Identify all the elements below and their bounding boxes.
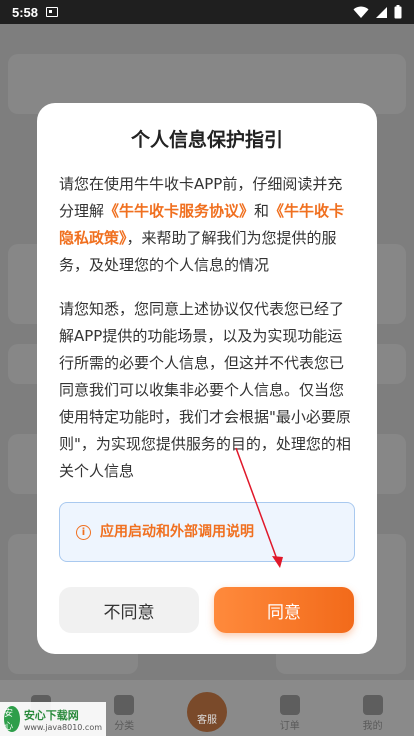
paragraph-and: 和 bbox=[254, 202, 270, 220]
status-time: 5:58 bbox=[12, 4, 39, 20]
orders-icon bbox=[279, 695, 300, 715]
dialog-paragraph-2: 请您知悉，您同意上述协议仅代表您已经了解APP提供的功能场景，以及为实现功能运行… bbox=[59, 300, 351, 480]
user-icon bbox=[362, 695, 383, 715]
battery-icon bbox=[394, 5, 402, 19]
info-icon: i bbox=[76, 524, 91, 540]
startup-notice-label: 应用启动和外部调用说明 bbox=[100, 523, 254, 540]
service-button: 客服 bbox=[182, 688, 231, 736]
disagree-button[interactable]: 不同意 bbox=[59, 587, 199, 633]
tab-orders-label: 订单 bbox=[279, 721, 300, 732]
tab-service[interactable]: 客服 bbox=[177, 684, 237, 736]
startup-notice[interactable]: i 应用启动和外部调用说明 bbox=[59, 502, 355, 562]
signal-icon bbox=[376, 6, 387, 18]
notification-icon bbox=[46, 7, 59, 17]
wifi-icon bbox=[353, 6, 369, 18]
service-agreement-link[interactable]: 《牛牛收卡服务协议》 bbox=[104, 202, 254, 220]
dialog-body[interactable]: 请您在使用牛牛收卡APP前，仔细阅读并充分理解《牛牛收卡服务协议》和《牛牛收卡隐… bbox=[59, 171, 355, 567]
status-bar: 5:58 bbox=[0, 0, 414, 24]
grid-icon bbox=[114, 695, 135, 715]
dialog-title: 个人信息保护指引 bbox=[130, 129, 283, 151]
agree-button[interactable]: 同意 bbox=[214, 587, 354, 633]
tab-mine-label: 我的 bbox=[362, 721, 383, 732]
dialog-paragraph-1: 请您在使用牛牛收卡APP前，仔细阅读并充分理解《牛牛收卡服务协议》和《牛牛收卡隐… bbox=[59, 171, 355, 279]
tab-category-label: 分类 bbox=[114, 721, 135, 732]
tab-mine[interactable]: 我的 bbox=[343, 695, 403, 732]
watermark-url: www.java8010.com bbox=[23, 722, 102, 732]
tab-service-label: 客服 bbox=[196, 715, 217, 726]
watermark-title: 安心下载网 bbox=[23, 708, 79, 722]
tab-orders[interactable]: 订单 bbox=[260, 695, 320, 732]
watermark-logo-icon: 安心 bbox=[4, 706, 20, 732]
privacy-dialog: 个人信息保护指引 请您在使用牛牛收卡APP前，仔细阅读并充分理解《牛牛收卡服务协… bbox=[37, 103, 377, 654]
watermark: 安心 安心下载网 www.java8010.com bbox=[0, 702, 106, 736]
